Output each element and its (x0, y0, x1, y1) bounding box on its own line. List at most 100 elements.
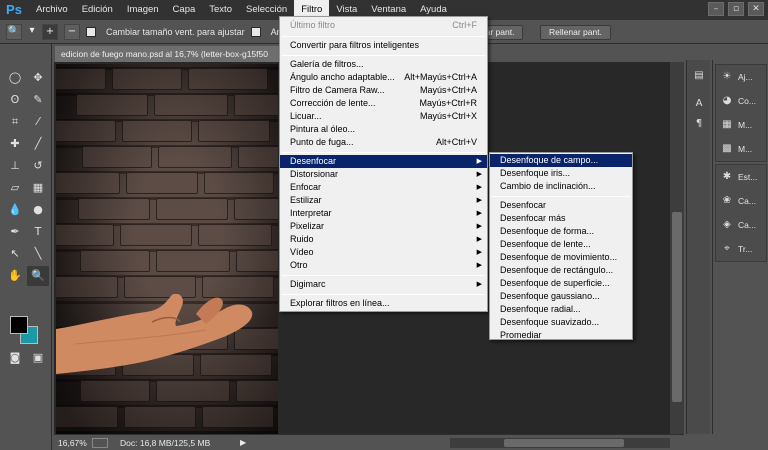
submenu-item-desenfoque-rectangulo[interactable]: Desenfoque de rectángulo... (490, 264, 632, 277)
eraser-tool-icon[interactable]: ▱ (4, 178, 26, 198)
horizontal-scrollbar[interactable] (450, 438, 670, 448)
menu-capa[interactable]: Capa (166, 0, 203, 20)
panel-masks[interactable]: ▦ M... (716, 113, 766, 137)
menu-item-punto-fuga[interactable]: Punto de fuga... Alt+Ctrl+V (280, 136, 487, 149)
character-panel-icon[interactable]: A (691, 96, 707, 112)
dodge-tool-icon[interactable]: ● (27, 200, 49, 220)
paragraph-panel-icon[interactable]: ¶ (691, 116, 707, 132)
submenu-item-desenfoque-radial[interactable]: Desenfoque radial... (490, 303, 632, 316)
menu-item-distorsionar[interactable]: Distorsionar ▶ (280, 168, 487, 181)
filter-menu: Último filtro Ctrl+F Convertir para filtr… (279, 16, 488, 312)
menu-item-enfocar[interactable]: Enfocar ▶ (280, 181, 487, 194)
menu-item-otro[interactable]: Otro ▶ (280, 259, 487, 272)
submenu-item-desenfoque-superficie[interactable]: Desenfoque de superficie... (490, 277, 632, 290)
quick-mask-icon[interactable]: ◙ (4, 348, 26, 368)
submenu-item-promediar[interactable]: Promediar (490, 329, 632, 342)
menu-item-pintura-oleo[interactable]: Pintura al óleo... (280, 123, 487, 136)
panel-layers[interactable]: ◈ Ca... (716, 213, 766, 237)
type-tool-icon[interactable]: T (27, 222, 49, 242)
menu-item-galeria-filtros[interactable]: Galería de filtros... (280, 58, 487, 71)
menu-item-explorar-filtros[interactable]: Explorar filtros en línea... (280, 297, 487, 310)
status-bar: 16,67% Doc: 16,8 MB/125,5 MB ▶ (54, 434, 684, 450)
pen-tool-icon[interactable]: ✒ (4, 222, 26, 242)
panel-styles[interactable]: ✱ Est... (716, 165, 766, 189)
marquee-tool-icon[interactable]: ◯ (4, 68, 26, 88)
menu-item-correccion-lente[interactable]: Corrección de lente... Mayús+Ctrl+R (280, 97, 487, 110)
panel-adjustments[interactable]: ☀ Aj... (716, 65, 766, 89)
resize-windows-checkbox[interactable] (86, 26, 96, 37)
panel-color[interactable]: ◕ Co... (716, 89, 766, 113)
submenu-item-desenfoque-gaussiano[interactable]: Desenfoque gaussiano... (490, 290, 632, 303)
foreground-color-swatch[interactable] (10, 316, 28, 334)
eyedropper-tool-icon[interactable]: ⁄ (27, 112, 49, 132)
submenu-item-desenfoque-lente[interactable]: Desenfoque de lente... (490, 238, 632, 251)
layers-icon: ◈ (723, 219, 731, 230)
zoom-in-icon[interactable]: + (42, 23, 58, 40)
zoom-tool-icon[interactable]: 🔍 (27, 266, 49, 286)
close-button[interactable]: ✕ (748, 2, 764, 16)
submenu-item-desenfocar[interactable]: Desenfocar (490, 199, 632, 212)
menu-item-angulo-ancho[interactable]: Ángulo ancho adaptable... Alt+Mayús+Ctrl+… (280, 71, 487, 84)
panel-channels[interactable]: ❀ Ca... (716, 189, 766, 213)
vertical-scrollbar-thumb[interactable] (672, 212, 682, 402)
history-brush-tool-icon[interactable]: ↺ (27, 156, 49, 176)
menu-item-pixelizar[interactable]: Pixelizar ▶ (280, 220, 487, 233)
swatches-icon: ▩ (722, 143, 732, 154)
healing-brush-tool-icon[interactable]: ✚ (4, 134, 26, 154)
fill-screen-button[interactable]: Rellenar pant. (540, 25, 611, 40)
clone-stamp-tool-icon[interactable]: ⊥ (4, 156, 26, 176)
menu-item-video[interactable]: Vídeo ▶ (280, 246, 487, 259)
quick-selection-tool-icon[interactable]: ✎ (27, 90, 49, 110)
submenu-item-desenfocar-mas[interactable]: Desenfocar más (490, 212, 632, 225)
submenu-item-desenfoque-campo[interactable]: Desenfoque de campo... (490, 154, 632, 167)
menu-imagen[interactable]: Imagen (120, 0, 166, 20)
menu-texto[interactable]: Texto (202, 0, 239, 20)
document-tab[interactable]: edicion de fuego mano.psd al 16,7% (lett… (55, 46, 305, 62)
panel-paths[interactable]: ⌖ Tr... (716, 237, 766, 261)
menu-item-camera-raw[interactable]: Filtro de Camera Raw... Mayús+Ctrl+A (280, 84, 487, 97)
panels-dock: ☀ Aj... ◕ Co... ▦ M... ▩ M... ✱ Est... ❀… (712, 60, 768, 434)
move-tool-icon[interactable]: ✥ (27, 68, 49, 88)
gradient-tool-icon[interactable]: ▦ (27, 178, 49, 198)
lasso-tool-icon[interactable]: ʘ (4, 90, 26, 110)
submenu-item-desenfoque-suavizado[interactable]: Desenfoque suavizado... (490, 316, 632, 329)
panel-icon-strip: ▤ A ¶ (686, 60, 710, 434)
zoom-preview-icon (92, 437, 108, 448)
menu-archivo[interactable]: Archivo (29, 0, 75, 20)
panel-swatches[interactable]: ▩ M... (716, 137, 766, 161)
zoom-out-icon[interactable]: − (64, 23, 80, 40)
menu-item-digimarc[interactable]: Digimarc ▶ (280, 278, 487, 291)
status-arrow-icon[interactable]: ▶ (240, 438, 246, 447)
menu-item-convertir-filtros-inteligentes[interactable]: Convertir para filtros inteligentes (280, 39, 487, 52)
document-info[interactable]: Doc: 16,8 MB/125,5 MB (120, 438, 240, 448)
zoom-level[interactable]: 16,67% (58, 438, 92, 448)
chevron-down-icon[interactable]: ▾ (28, 24, 36, 40)
line-tool-icon[interactable]: ╲ (27, 244, 49, 264)
crop-tool-icon[interactable]: ⌗ (4, 112, 26, 132)
restore-button[interactable]: ▫ (728, 2, 744, 16)
zoom-tool-icon[interactable]: 🔍 (6, 23, 22, 40)
menu-item-estilizar[interactable]: Estilizar ▶ (280, 194, 487, 207)
menu-item-desenfocar[interactable]: Desenfocar ▶ (280, 155, 487, 168)
menu-edicion[interactable]: Edición (75, 0, 120, 20)
amplify-checkbox[interactable] (250, 26, 261, 37)
menu-item-licuar[interactable]: Licuar... Mayús+Ctrl+X (280, 110, 487, 123)
submenu-item-desenfoque-movimiento[interactable]: Desenfoque de movimiento... (490, 251, 632, 264)
menu-item-ruido[interactable]: Ruido ▶ (280, 233, 487, 246)
submenu-item-cambio-inclinacion[interactable]: Cambio de inclinación... (490, 180, 632, 193)
brush-tool-icon[interactable]: ╱ (27, 134, 49, 154)
panel-group-layers: ✱ Est... ❀ Ca... ◈ Ca... ⌖ Tr... (715, 164, 767, 262)
submenu-item-desenfoque-iris[interactable]: Desenfoque iris... (490, 167, 632, 180)
blur-tool-icon[interactable]: 💧 (4, 200, 26, 220)
menu-item-interpretar[interactable]: Interpretar ▶ (280, 207, 487, 220)
history-panel-icon[interactable]: ▤ (691, 68, 707, 84)
path-selection-tool-icon[interactable]: ↖ (4, 244, 26, 264)
photoshop-logo: Ps (6, 2, 22, 17)
submenu-item-desenfoque-forma[interactable]: Desenfoque de forma... (490, 225, 632, 238)
hand-tool-icon[interactable]: ✋ (4, 266, 26, 286)
horizontal-scrollbar-thumb[interactable] (504, 439, 624, 447)
resize-windows-label: Cambiar tamaño vent. para ajustar (106, 26, 245, 37)
vertical-scrollbar[interactable] (670, 62, 684, 434)
minimize-button[interactable]: – (708, 2, 724, 16)
screen-mode-icon[interactable]: ▣ (27, 348, 49, 368)
